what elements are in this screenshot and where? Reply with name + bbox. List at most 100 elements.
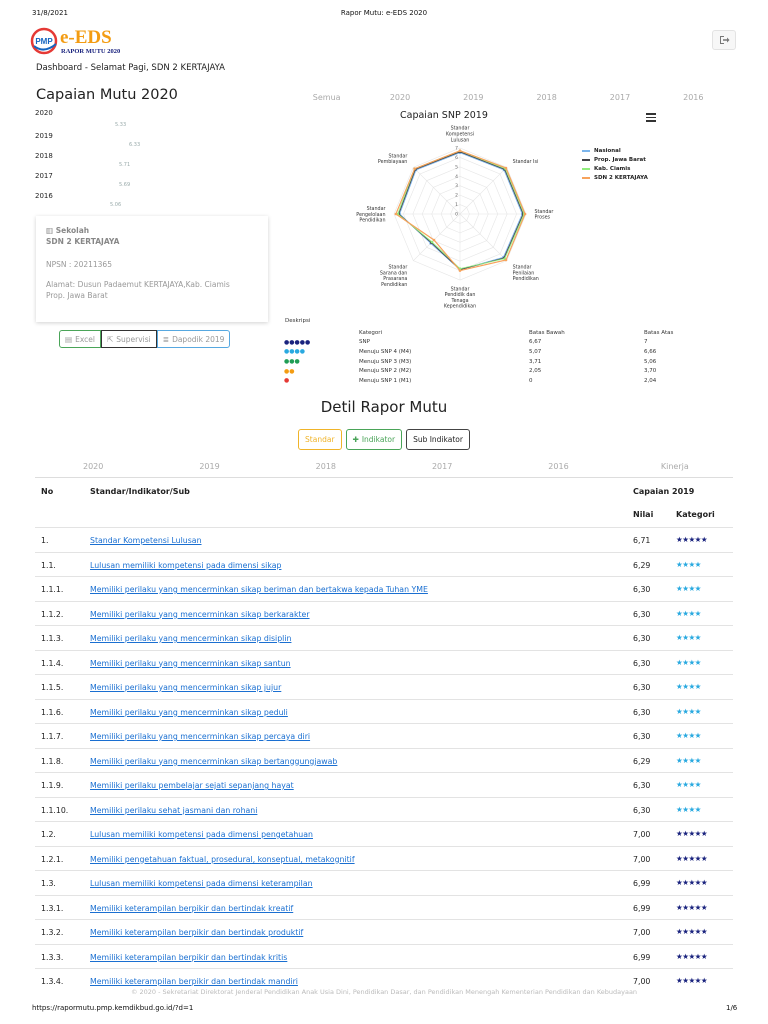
row-nilai: 6,99 xyxy=(633,952,651,962)
radar-point xyxy=(523,212,527,216)
print-url: https://rapormutu.pmp.kemdikbud.go.id/?d… xyxy=(32,1004,194,1012)
row-number: 1.3.3. xyxy=(41,952,64,962)
deskripsi-atas: 2,04 xyxy=(644,377,657,384)
row-link[interactable]: Memiliki pengetahuan faktual, prosedural… xyxy=(90,855,355,864)
legend-item[interactable]: Kab. Ciamis xyxy=(582,166,648,172)
legend-item[interactable]: Prop. Jawa Barat xyxy=(582,157,648,163)
table-row: 1.1.2. Memiliki perilaku yang mencerminka… xyxy=(35,600,733,626)
row-kategori-stars: ★★★★★ xyxy=(676,902,708,912)
radar-spoke xyxy=(459,213,507,261)
detail-tab-2017[interactable]: 2017 xyxy=(384,462,500,471)
file-excel-icon: ▤ xyxy=(65,334,73,344)
row-link[interactable]: Memiliki perilaku yang mencerminkan sika… xyxy=(90,610,310,619)
tab-2018[interactable]: 2018 xyxy=(510,93,583,102)
excel-button[interactable]: ▤ Excel xyxy=(59,330,101,348)
row-link[interactable]: Memiliki perilaku yang mencerminkan sika… xyxy=(90,634,291,643)
row-kategori-stars: ★★★★ xyxy=(676,584,701,593)
table-row: 1.3.2. Memiliki keterampilan berpikir dan… xyxy=(35,919,733,944)
deskripsi-stars: ●● xyxy=(284,367,295,375)
row-link[interactable]: Memiliki keterampilan berpikir dan berti… xyxy=(90,953,287,962)
row-link[interactable]: Lulusan memiliki kompetensi pada dimensi… xyxy=(90,561,281,570)
radar-point xyxy=(458,269,462,272)
app-logo[interactable]: PMP e-EDS RAPOR MUTU 2020 xyxy=(30,24,140,60)
row-link[interactable]: Memiliki perilaku yang mencerminkan sika… xyxy=(90,585,428,594)
detail-tab-kinerja[interactable]: Kinerja xyxy=(617,462,733,471)
row-link[interactable]: Memiliki perilaku yang mencerminkan sika… xyxy=(90,683,281,692)
deskripsi-header-atas: Batas Atas xyxy=(644,329,674,336)
logout-button[interactable] xyxy=(712,30,736,50)
row-kategori-stars: ★★★★★ xyxy=(676,976,708,985)
year-value: 5.06 xyxy=(110,202,122,208)
header-no: No xyxy=(41,487,54,496)
row-nilai: 6,29 xyxy=(633,560,651,570)
row-link[interactable]: Memiliki perilaku pembelajar sejati sepa… xyxy=(90,781,294,790)
tab-sub-indikator[interactable]: Sub Indikator xyxy=(406,429,470,450)
row-link[interactable]: Memiliki perilaku sehat jasmani dan roha… xyxy=(90,806,257,815)
row-number: 1.1.5. xyxy=(41,683,64,692)
row-nilai: 7,00 xyxy=(633,977,651,986)
row-link[interactable]: Standar Kompetensi Lulusan xyxy=(90,536,202,545)
header-item: Standar/Indikator/Sub xyxy=(90,487,190,496)
legend-item[interactable]: SDN 2 KERTAJAYA xyxy=(582,175,648,181)
detail-tab-2018[interactable]: 2018 xyxy=(268,462,384,471)
row-link[interactable]: Lulusan memiliki kompetensi pada dimensi… xyxy=(90,830,313,839)
tab-standar[interactable]: Standar xyxy=(298,429,342,450)
row-nilai: 6,71 xyxy=(633,536,651,545)
detil-title: Detil Rapor Mutu xyxy=(320,398,448,416)
tab-indikator[interactable]: ✚ Indikator xyxy=(345,429,403,450)
deskripsi-row: ●●● Menuju SNP 3 (M3) 3,71 5,06 xyxy=(282,357,732,367)
row-link[interactable]: Memiliki perilaku yang mencerminkan sika… xyxy=(90,757,337,766)
radar-tick-label: 5 xyxy=(455,164,458,170)
deskripsi-bawah: 5,07 xyxy=(529,348,542,355)
radar-axis-label: Kependidikan xyxy=(444,304,476,310)
tab-semua[interactable]: Semua xyxy=(290,93,363,102)
tab-2019[interactable]: 2019 xyxy=(437,93,510,102)
radar-chart: 01234567StandarKompetensiLulusanStandar … xyxy=(356,126,553,310)
row-nilai: 6,99 xyxy=(633,879,651,888)
legend-swatch xyxy=(582,168,590,170)
tab-2016[interactable]: 2016 xyxy=(657,93,730,102)
chart-menu-icon[interactable] xyxy=(646,113,656,124)
row-link[interactable]: Lulusan memiliki kompetensi pada dimensi… xyxy=(90,879,313,888)
row-kategori-stars: ★★★★ xyxy=(676,682,701,691)
radar-axis-label: Penilaian xyxy=(513,270,535,276)
radar-point xyxy=(504,258,508,262)
deskripsi-row: ● Menuju SNP 1 (M1) 0 2,04 xyxy=(282,376,732,386)
row-number: 1.1.3. xyxy=(41,634,64,643)
deskripsi-header-row: Kategori Batas Bawah Batas Atas xyxy=(282,328,732,338)
year-value: 6.33 xyxy=(129,142,141,148)
row-link[interactable]: Memiliki perilaku yang mencerminkan sika… xyxy=(90,732,310,741)
detail-tab-2016[interactable]: 2016 xyxy=(500,462,616,471)
export-button-group: ▤ Excel ⇱ Supervisi ≣ Dapodik 2019 xyxy=(59,330,231,348)
deskripsi-bawah: 6,67 xyxy=(529,339,542,346)
table-row: 1.1.7. Memiliki perilaku yang mencerminka… xyxy=(35,723,733,748)
tab-2020[interactable]: 2020 xyxy=(363,93,436,102)
share-icon: ⇱ xyxy=(106,334,114,344)
row-link[interactable]: Memiliki keterampilan berpikir dan berti… xyxy=(90,977,298,986)
detail-tab-2020[interactable]: 2020 xyxy=(35,462,151,471)
tab-2017[interactable]: 2017 xyxy=(583,93,656,102)
row-nilai: 7,00 xyxy=(633,854,651,864)
detail-table-body: 1. Standar Kompetensi Lulusan 6,71 ★★★★★ 1.1… xyxy=(35,527,733,993)
radar-tick-label: 6 xyxy=(455,155,458,161)
supervisi-button[interactable]: ⇱ Supervisi xyxy=(100,330,157,348)
detail-tab-2019[interactable]: 2019 xyxy=(151,462,267,471)
radar-tick-label: 3 xyxy=(455,183,458,189)
radar-tick-label: 4 xyxy=(455,174,458,180)
row-nilai: 7,00 xyxy=(633,928,651,937)
deskripsi-row: ●● Menuju SNP 2 (M2) 2,05 3,70 xyxy=(282,366,732,376)
row-link[interactable]: Memiliki keterampilan berpikir dan berti… xyxy=(90,904,293,913)
radar-axis-label: Sarana dan xyxy=(380,270,407,276)
legend-item[interactable]: Nasional xyxy=(582,148,648,154)
row-kategori-stars: ★★★★ xyxy=(676,706,701,716)
footer-copyright: © 2020 - Sekretariat Direktorat Jenderal… xyxy=(130,988,638,996)
row-number: 1.1. xyxy=(41,560,56,570)
dapodik-button[interactable]: ≣ Dapodik 2019 xyxy=(156,330,231,348)
row-link[interactable]: Memiliki perilaku yang mencerminkan sika… xyxy=(90,708,288,717)
radar-point xyxy=(413,167,416,170)
radar-axis-label: Standar xyxy=(451,286,470,292)
row-number: 1. xyxy=(41,536,49,545)
radar-axis-label: Standar xyxy=(513,264,532,270)
row-link[interactable]: Memiliki keterampilan berpikir dan berti… xyxy=(90,928,303,937)
row-link[interactable]: Memiliki perilaku yang mencerminkan sika… xyxy=(90,659,291,668)
